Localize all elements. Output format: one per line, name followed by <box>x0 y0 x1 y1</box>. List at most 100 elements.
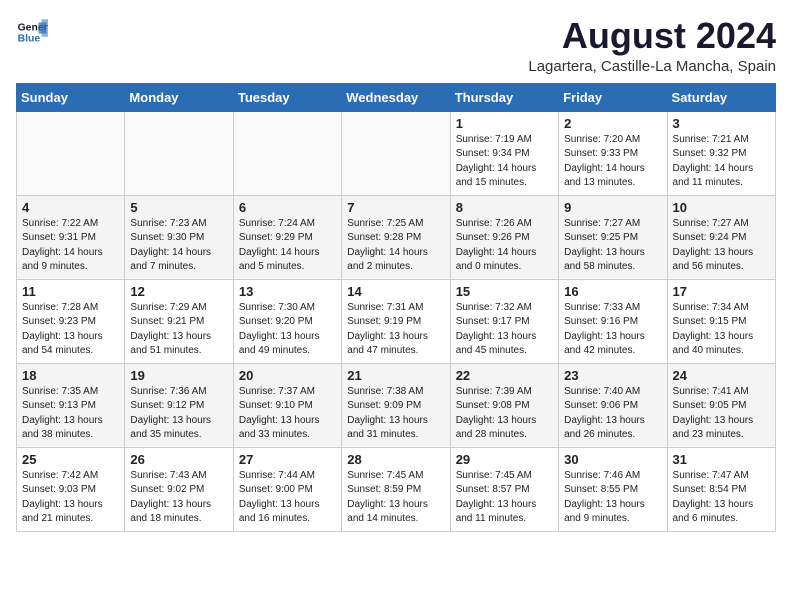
calendar-cell: 15 Sunrise: 7:32 AM Sunset: 9:17 PM Dayli… <box>450 279 558 363</box>
calendar-cell: 21 Sunrise: 7:38 AM Sunset: 9:09 PM Dayli… <box>342 363 450 447</box>
day-info: Sunrise: 7:36 AM Sunset: 9:12 PM Dayligh… <box>130 385 227 443</box>
day-number: 30 <box>564 452 661 467</box>
day-number: 29 <box>456 452 553 467</box>
day-info: Sunrise: 7:45 AM Sunset: 8:59 PM Dayligh… <box>347 469 444 527</box>
calendar-cell: 24 Sunrise: 7:41 AM Sunset: 9:05 PM Dayli… <box>667 363 775 447</box>
calendar-cell: 17Sunrise: 7:34 AM Sunset: 9:15 PM Dayli… <box>667 279 775 363</box>
calendar-cell: 5 Sunrise: 7:23 AM Sunset: 9:30 PM Daylig… <box>125 195 233 279</box>
day-number: 21 <box>347 368 444 383</box>
day-number: 22 <box>456 368 553 383</box>
day-number: 19 <box>130 368 227 383</box>
day-info: Sunrise: 7:44 AM Sunset: 9:00 PM Dayligh… <box>239 469 336 527</box>
day-info: Sunrise: 7:41 AM Sunset: 9:05 PM Dayligh… <box>673 385 770 443</box>
day-info: Sunrise: 7:42 AM Sunset: 9:03 PM Dayligh… <box>22 469 119 527</box>
day-info: Sunrise: 7:43 AM Sunset: 9:02 PM Dayligh… <box>130 469 227 527</box>
weekday-header-row: SundayMondayTuesdayWednesdayThursdayFrid… <box>17 83 776 111</box>
day-number: 28 <box>347 452 444 467</box>
day-number: 14 <box>347 284 444 299</box>
calendar-week-row: 4Sunrise: 7:22 AM Sunset: 9:31 PM Daylig… <box>17 195 776 279</box>
logo: General Blue <box>16 16 48 48</box>
calendar-cell: 2 Sunrise: 7:20 AM Sunset: 9:33 PM Daylig… <box>559 111 667 195</box>
calendar-cell: 8 Sunrise: 7:26 AM Sunset: 9:26 PM Daylig… <box>450 195 558 279</box>
calendar-cell: 27 Sunrise: 7:44 AM Sunset: 9:00 PM Dayli… <box>233 447 341 531</box>
month-year-title: August 2024 <box>528 16 776 56</box>
calendar-cell: 12Sunrise: 7:29 AM Sunset: 9:21 PM Dayli… <box>125 279 233 363</box>
weekday-header-friday: Friday <box>559 83 667 111</box>
logo-icon: General Blue <box>16 16 48 48</box>
day-info: Sunrise: 7:38 AM Sunset: 9:09 PM Dayligh… <box>347 385 444 443</box>
calendar-cell: 10 Sunrise: 7:27 AM Sunset: 9:24 PM Dayli… <box>667 195 775 279</box>
day-info: Sunrise: 7:28 AM Sunset: 9:23 PM Dayligh… <box>22 301 119 359</box>
calendar-week-row: 18 Sunrise: 7:35 AM Sunset: 9:13 PM Dayli… <box>17 363 776 447</box>
calendar-cell: 22 Sunrise: 7:39 AM Sunset: 9:08 PM Dayli… <box>450 363 558 447</box>
weekday-header-sunday: Sunday <box>17 83 125 111</box>
day-info: Sunrise: 7:33 AM Sunset: 9:16 PM Dayligh… <box>564 301 661 359</box>
day-number: 6 <box>239 200 336 215</box>
day-number: 18 <box>22 368 119 383</box>
day-info: Sunrise: 7:23 AM Sunset: 9:30 PM Dayligh… <box>130 217 227 275</box>
day-number: 26 <box>130 452 227 467</box>
day-info: Sunrise: 7:25 AM Sunset: 9:28 PM Dayligh… <box>347 217 444 275</box>
calendar-cell: 14 Sunrise: 7:31 AM Sunset: 9:19 PM Dayli… <box>342 279 450 363</box>
weekday-header-monday: Monday <box>125 83 233 111</box>
day-number: 27 <box>239 452 336 467</box>
day-number: 5 <box>130 200 227 215</box>
day-info: Sunrise: 7:26 AM Sunset: 9:26 PM Dayligh… <box>456 217 553 275</box>
calendar-table: SundayMondayTuesdayWednesdayThursdayFrid… <box>16 83 776 532</box>
calendar-cell: 29 Sunrise: 7:45 AM Sunset: 8:57 PM Dayli… <box>450 447 558 531</box>
day-number: 16 <box>564 284 661 299</box>
calendar-cell: 16 Sunrise: 7:33 AM Sunset: 9:16 PM Dayli… <box>559 279 667 363</box>
calendar-cell <box>233 111 341 195</box>
calendar-cell: 18 Sunrise: 7:35 AM Sunset: 9:13 PM Dayli… <box>17 363 125 447</box>
day-info: Sunrise: 7:32 AM Sunset: 9:17 PM Dayligh… <box>456 301 553 359</box>
day-number: 24 <box>673 368 770 383</box>
day-number: 17 <box>673 284 770 299</box>
calendar-cell: 26 Sunrise: 7:43 AM Sunset: 9:02 PM Dayli… <box>125 447 233 531</box>
day-info: Sunrise: 7:31 AM Sunset: 9:19 PM Dayligh… <box>347 301 444 359</box>
day-number: 9 <box>564 200 661 215</box>
day-number: 11 <box>22 284 119 299</box>
day-number: 25 <box>22 452 119 467</box>
calendar-cell: 9 Sunrise: 7:27 AM Sunset: 9:25 PM Daylig… <box>559 195 667 279</box>
calendar-cell: 23Sunrise: 7:40 AM Sunset: 9:06 PM Dayli… <box>559 363 667 447</box>
day-number: 8 <box>456 200 553 215</box>
day-info: Sunrise: 7:45 AM Sunset: 8:57 PM Dayligh… <box>456 469 553 527</box>
day-info: Sunrise: 7:29 AM Sunset: 9:21 PM Dayligh… <box>130 301 227 359</box>
calendar-cell <box>17 111 125 195</box>
calendar-cell: 6 Sunrise: 7:24 AM Sunset: 9:29 PM Daylig… <box>233 195 341 279</box>
day-info: Sunrise: 7:19 AM Sunset: 9:34 PM Dayligh… <box>456 133 553 191</box>
calendar-week-row: 1 Sunrise: 7:19 AM Sunset: 9:34 PM Daylig… <box>17 111 776 195</box>
calendar-cell: 3 Sunrise: 7:21 AM Sunset: 9:32 PM Daylig… <box>667 111 775 195</box>
calendar-cell <box>342 111 450 195</box>
day-info: Sunrise: 7:22 AM Sunset: 9:31 PM Dayligh… <box>22 217 119 275</box>
day-info: Sunrise: 7:37 AM Sunset: 9:10 PM Dayligh… <box>239 385 336 443</box>
day-info: Sunrise: 7:40 AM Sunset: 9:06 PM Dayligh… <box>564 385 661 443</box>
day-number: 15 <box>456 284 553 299</box>
calendar-cell: 30 Sunrise: 7:46 AM Sunset: 8:55 PM Dayli… <box>559 447 667 531</box>
day-info: Sunrise: 7:35 AM Sunset: 9:13 PM Dayligh… <box>22 385 119 443</box>
day-number: 31 <box>673 452 770 467</box>
calendar-cell: 25 Sunrise: 7:42 AM Sunset: 9:03 PM Dayli… <box>17 447 125 531</box>
day-info: Sunrise: 7:20 AM Sunset: 9:33 PM Dayligh… <box>564 133 661 191</box>
day-info: Sunrise: 7:21 AM Sunset: 9:32 PM Dayligh… <box>673 133 770 191</box>
day-info: Sunrise: 7:24 AM Sunset: 9:29 PM Dayligh… <box>239 217 336 275</box>
weekday-header-saturday: Saturday <box>667 83 775 111</box>
weekday-header-thursday: Thursday <box>450 83 558 111</box>
day-number: 10 <box>673 200 770 215</box>
calendar-cell: 31Sunrise: 7:47 AM Sunset: 8:54 PM Dayli… <box>667 447 775 531</box>
calendar-cell: 28 Sunrise: 7:45 AM Sunset: 8:59 PM Dayli… <box>342 447 450 531</box>
day-info: Sunrise: 7:27 AM Sunset: 9:25 PM Dayligh… <box>564 217 661 275</box>
title-section: August 2024 Lagartera, Castille-La Manch… <box>528 16 776 75</box>
calendar-cell: 20Sunrise: 7:37 AM Sunset: 9:10 PM Dayli… <box>233 363 341 447</box>
day-info: Sunrise: 7:30 AM Sunset: 9:20 PM Dayligh… <box>239 301 336 359</box>
day-number: 1 <box>456 116 553 131</box>
day-info: Sunrise: 7:39 AM Sunset: 9:08 PM Dayligh… <box>456 385 553 443</box>
day-info: Sunrise: 7:27 AM Sunset: 9:24 PM Dayligh… <box>673 217 770 275</box>
day-number: 2 <box>564 116 661 131</box>
day-number: 7 <box>347 200 444 215</box>
calendar-cell: 19 Sunrise: 7:36 AM Sunset: 9:12 PM Dayli… <box>125 363 233 447</box>
day-info: Sunrise: 7:46 AM Sunset: 8:55 PM Dayligh… <box>564 469 661 527</box>
location-subtitle: Lagartera, Castille-La Mancha, Spain <box>528 58 776 75</box>
day-number: 3 <box>673 116 770 131</box>
calendar-cell: 13Sunrise: 7:30 AM Sunset: 9:20 PM Dayli… <box>233 279 341 363</box>
